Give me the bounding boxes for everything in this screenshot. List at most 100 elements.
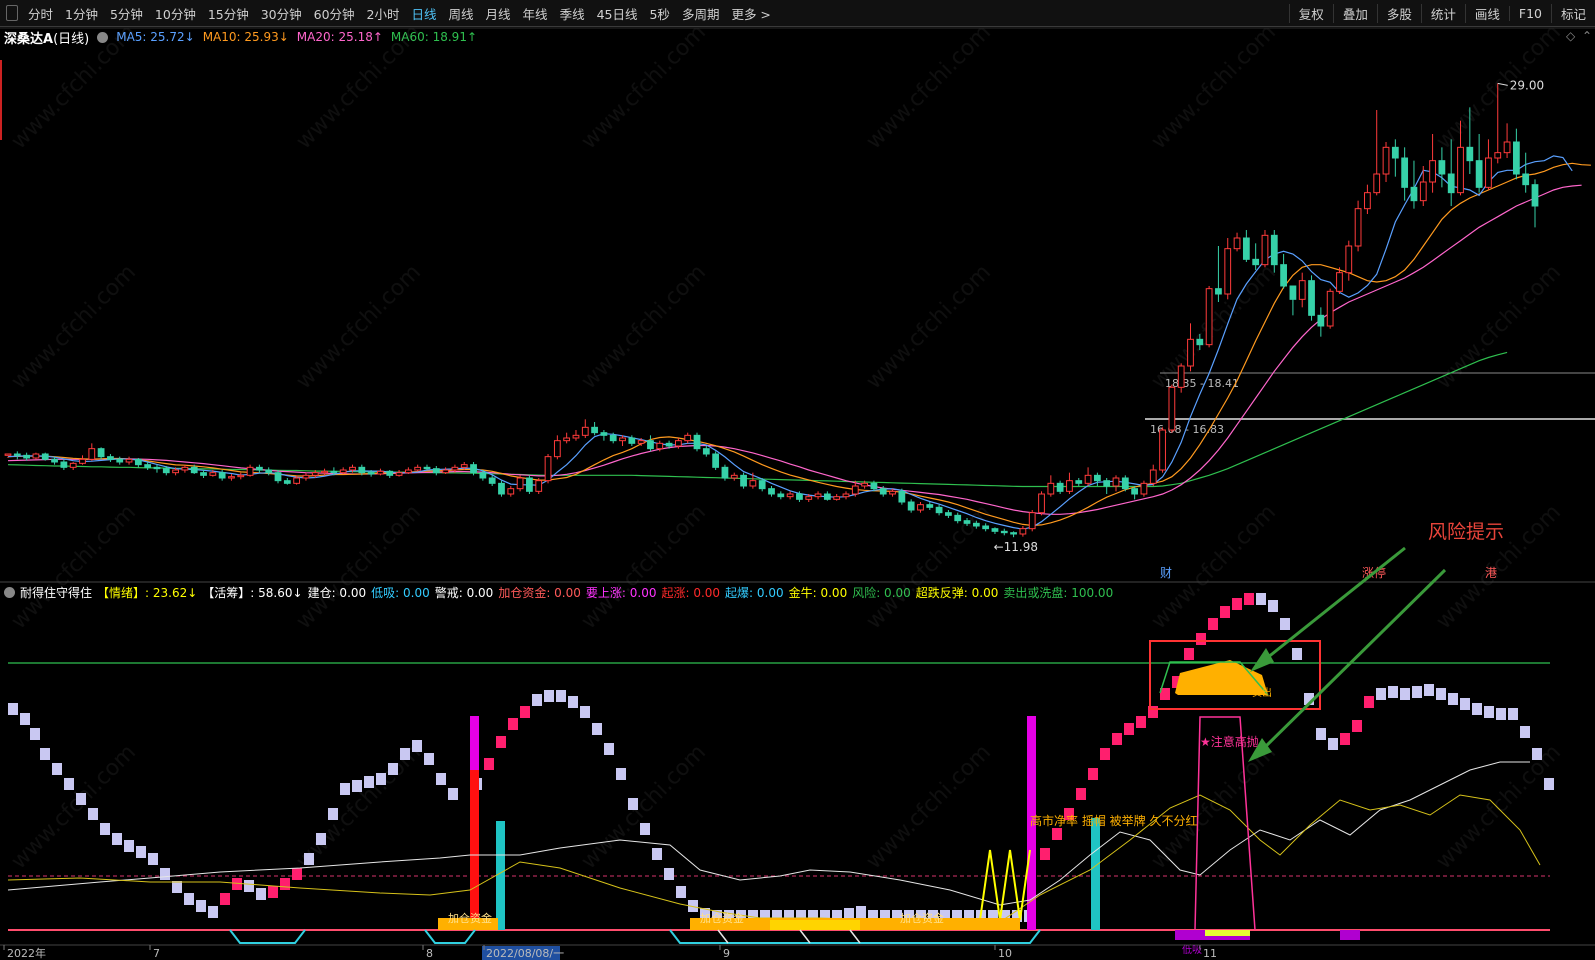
mood-block bbox=[148, 853, 158, 865]
yellow-indicator-line bbox=[7, 794, 1541, 923]
candle-body bbox=[1317, 314, 1325, 327]
watermark-text: www.cfchi.com bbox=[577, 20, 711, 154]
candle-body bbox=[935, 506, 943, 514]
mood-block bbox=[436, 773, 446, 785]
candle-body bbox=[535, 480, 543, 492]
mood-block bbox=[30, 728, 40, 740]
x-tick-label: 11 bbox=[1203, 947, 1217, 960]
mood-block bbox=[1448, 693, 1458, 705]
mood-block bbox=[1424, 684, 1434, 696]
mood-block bbox=[676, 886, 686, 898]
cyan-trough bbox=[229, 929, 306, 944]
candle-body bbox=[1121, 477, 1129, 490]
mood-block bbox=[340, 783, 350, 795]
candle-body bbox=[796, 493, 803, 500]
candle-body bbox=[432, 468, 440, 474]
candle bbox=[283, 478, 291, 485]
candle-body bbox=[712, 453, 720, 468]
candle-body bbox=[1503, 141, 1511, 154]
high-price-label: 29.00 bbox=[1510, 78, 1544, 92]
candle bbox=[1047, 475, 1055, 497]
candle-body bbox=[572, 434, 580, 439]
candle-body bbox=[377, 470, 384, 475]
event-mark: 财 bbox=[1160, 566, 1172, 580]
candle bbox=[228, 474, 235, 481]
candle bbox=[1149, 464, 1157, 486]
candle-body bbox=[1419, 181, 1427, 202]
mood-block bbox=[412, 740, 422, 752]
candle-body bbox=[637, 440, 645, 444]
candle bbox=[1475, 134, 1483, 193]
stock-chart[interactable]: www.cfchi.com www.cfchi.com www.cfchi.com w… bbox=[0, 0, 1595, 960]
mood-block bbox=[1040, 848, 1050, 860]
candle bbox=[498, 480, 505, 497]
signal-bar bbox=[1091, 818, 1100, 930]
candle bbox=[1159, 427, 1166, 473]
candle bbox=[907, 499, 915, 513]
news-label: 高市净率 摇帽 被举牌 久不分红 bbox=[1030, 813, 1197, 828]
mood-block bbox=[124, 840, 134, 852]
candle-body bbox=[1112, 477, 1120, 487]
candle-body bbox=[265, 469, 273, 474]
mood-block bbox=[1544, 778, 1554, 790]
candle-body bbox=[32, 453, 40, 459]
mood-block bbox=[352, 780, 362, 792]
candle bbox=[1438, 147, 1446, 188]
mood-block bbox=[376, 773, 386, 785]
signal-bar bbox=[470, 770, 479, 930]
mood-block bbox=[52, 763, 62, 775]
candle bbox=[423, 464, 431, 470]
candle-body bbox=[302, 474, 310, 479]
candle bbox=[1354, 200, 1362, 252]
candle-body bbox=[1447, 173, 1455, 194]
candle-body bbox=[1038, 493, 1045, 514]
fund-label: 加仓资金 bbox=[448, 911, 492, 925]
mood-block bbox=[208, 906, 218, 918]
mood-block bbox=[1508, 708, 1518, 720]
mood-block bbox=[508, 718, 518, 730]
candle bbox=[917, 502, 924, 513]
watermark-text: www.cfchi.com bbox=[7, 740, 141, 874]
candle-body bbox=[982, 525, 990, 530]
candle-body bbox=[563, 437, 571, 442]
candle bbox=[442, 467, 450, 474]
mood-block bbox=[580, 706, 590, 718]
mood-block bbox=[1352, 720, 1362, 732]
candle bbox=[842, 491, 850, 500]
candle-body bbox=[470, 464, 477, 474]
mood-block bbox=[1124, 723, 1134, 735]
candle bbox=[591, 422, 598, 436]
mood-block bbox=[1376, 688, 1386, 700]
candle-body bbox=[23, 454, 31, 459]
candle-body bbox=[1401, 157, 1409, 188]
candle-body bbox=[190, 466, 198, 474]
candle bbox=[1038, 491, 1045, 516]
candle-body bbox=[1140, 482, 1148, 495]
candle-body bbox=[675, 440, 682, 447]
candle-body bbox=[69, 462, 77, 468]
mood-block bbox=[1244, 593, 1254, 605]
candle-body bbox=[386, 470, 394, 476]
candle bbox=[1364, 184, 1371, 214]
candle-body bbox=[107, 456, 114, 460]
mood-block bbox=[184, 893, 194, 905]
mood-block bbox=[1496, 708, 1506, 720]
candle-body bbox=[768, 488, 775, 495]
candle-body bbox=[1512, 141, 1520, 175]
mood-block bbox=[220, 893, 230, 905]
mood-block bbox=[316, 833, 326, 845]
candle-body bbox=[1233, 237, 1241, 250]
candle bbox=[563, 432, 571, 444]
candle bbox=[237, 472, 245, 480]
mood-block bbox=[328, 808, 338, 820]
candle-body bbox=[1177, 365, 1185, 388]
candle bbox=[1345, 240, 1353, 281]
candle-body bbox=[256, 466, 263, 471]
candle bbox=[41, 452, 49, 461]
candle bbox=[1261, 230, 1269, 268]
mood-block bbox=[268, 886, 278, 898]
mood-block bbox=[256, 888, 266, 900]
candle-body bbox=[1336, 272, 1343, 292]
candle-body bbox=[1373, 173, 1381, 194]
attention-label: ★注意高抛 bbox=[1200, 734, 1259, 749]
